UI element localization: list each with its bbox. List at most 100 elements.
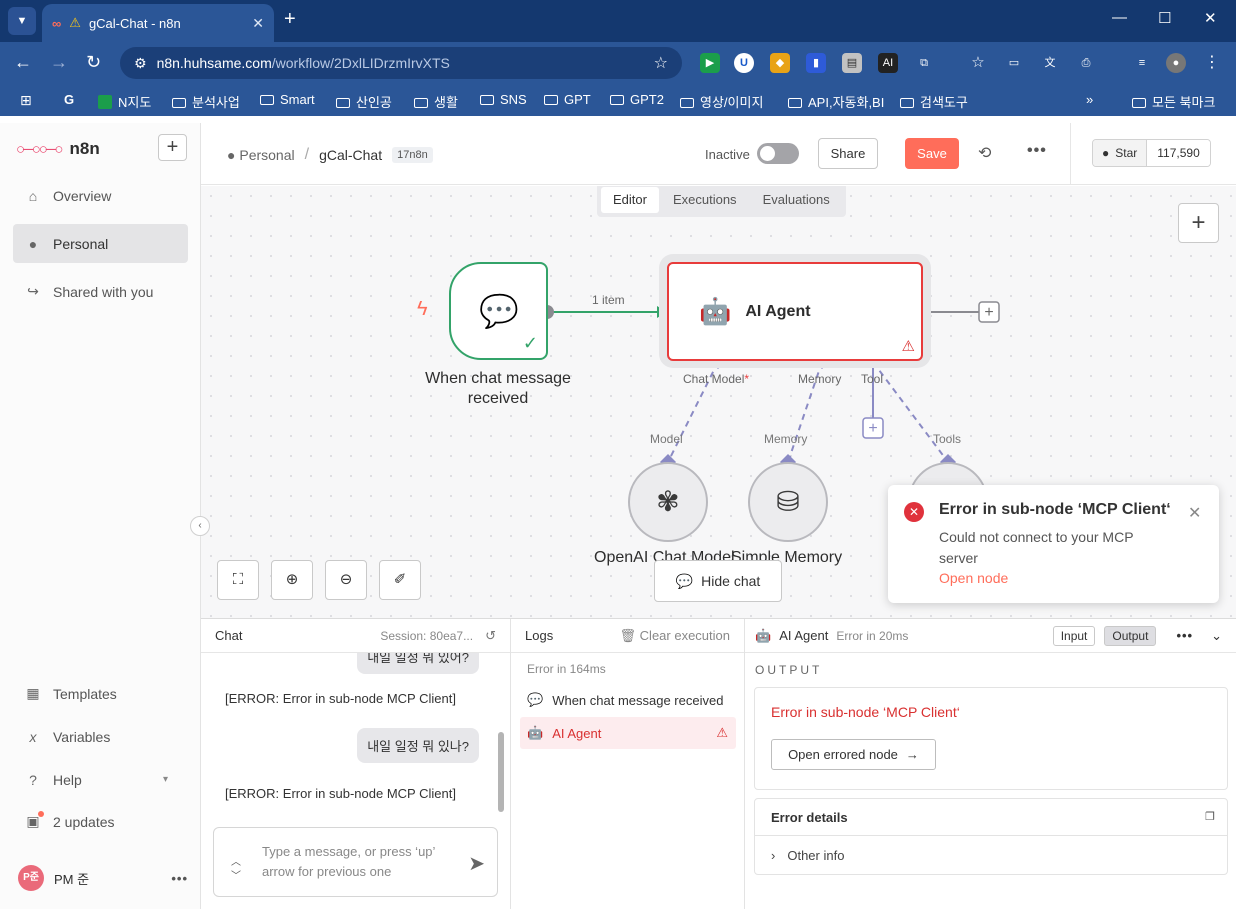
browser-tab[interactable]: ∞ ⚠ gCal-Chat - n8n ✕ bbox=[42, 4, 274, 42]
bookmarks-bar: ⊞ G N지도 분석사업 Smart 산인공 생활 SNS GPT GPT2 영… bbox=[0, 84, 1236, 116]
browser-menu-icon[interactable]: ⋮ bbox=[1202, 53, 1222, 73]
workflow-tag[interactable]: 17n8n bbox=[392, 147, 433, 163]
site-info-icon[interactable]: ⚙ bbox=[134, 55, 147, 72]
simple-memory-node[interactable]: ⛁ bbox=[748, 462, 828, 542]
fit-view-button[interactable]: ⛶ bbox=[217, 560, 259, 600]
bookmark-item[interactable]: N지도 bbox=[98, 92, 151, 111]
more-icon[interactable]: ••• bbox=[171, 871, 188, 886]
close-icon[interactable]: ✕ bbox=[1188, 503, 1201, 523]
hide-chat-button[interactable]: 💬 Hide chat bbox=[654, 560, 782, 602]
apps-grid-icon[interactable]: ⊞ bbox=[20, 92, 32, 109]
extension-u-icon[interactable]: U bbox=[734, 53, 754, 73]
chat-trigger-node[interactable]: 💬 ✓ bbox=[449, 262, 548, 360]
other-info-row[interactable]: › Other info bbox=[771, 848, 844, 863]
user-icon: ● bbox=[227, 147, 236, 163]
bookmark-folder[interactable]: SNS bbox=[480, 92, 527, 107]
minimize-window-icon[interactable]: — bbox=[1112, 9, 1127, 26]
close-tab-icon[interactable]: ✕ bbox=[252, 15, 264, 32]
send-icon[interactable]: ➤ bbox=[468, 851, 485, 876]
tidy-up-button[interactable]: ✐ bbox=[379, 560, 421, 600]
save-button[interactable]: Save bbox=[905, 138, 959, 169]
print-icon[interactable]: ⎙ bbox=[1076, 53, 1096, 73]
collapse-sidebar-icon[interactable]: ‹ bbox=[190, 516, 210, 536]
tab-search-button[interactable]: ▼ bbox=[8, 7, 36, 35]
url-path: /workflow/2DxlLIDrzmIrvXTS bbox=[271, 55, 450, 71]
output-tab[interactable]: Output bbox=[1104, 625, 1157, 646]
extension-video-icon[interactable]: ▶ bbox=[700, 53, 720, 73]
log-row[interactable]: 🤖 AI Agent ⚠ bbox=[520, 717, 736, 749]
google-bookmark-icon[interactable]: G bbox=[64, 92, 74, 107]
openai-icon: ✾ bbox=[656, 486, 680, 517]
sidebar-item-overview[interactable]: ⌂ Overview bbox=[13, 176, 188, 215]
sidebar-item-shared[interactable]: ↪ Shared with you bbox=[13, 272, 188, 311]
open-node-link[interactable]: Open node bbox=[939, 570, 1008, 586]
error-toast: ✕ Error in sub-node ‘MCP Client‘ Could n… bbox=[888, 485, 1219, 603]
log-row[interactable]: 💬 When chat message received bbox=[520, 684, 736, 716]
history-arrows-icon[interactable]: ︿ ﹀ bbox=[231, 856, 241, 884]
bookmark-folder[interactable]: GPT2 bbox=[610, 92, 664, 107]
github-star-button[interactable]: ● Star 117,590 bbox=[1092, 139, 1211, 167]
cast-icon[interactable]: ▭ bbox=[1004, 53, 1024, 73]
maximize-window-icon[interactable]: ☐ bbox=[1158, 9, 1171, 27]
bookmark-folder[interactable]: 생활 bbox=[414, 92, 458, 111]
clear-execution-button[interactable]: 🗑 Clear execution bbox=[620, 628, 730, 644]
extension-color-icon[interactable]: ◆ bbox=[770, 53, 790, 73]
user-menu[interactable]: P준 PM 준 ••• bbox=[18, 865, 188, 891]
bookmark-folder[interactable]: 검색도구 bbox=[900, 92, 968, 111]
sidebar-item-help[interactable]: ? Help ▾ bbox=[13, 760, 188, 799]
chat-message-input[interactable] bbox=[262, 842, 452, 886]
reload-icon[interactable]: ↻ bbox=[86, 52, 101, 73]
bookmark-folder[interactable]: Smart bbox=[260, 92, 315, 107]
zoom-in-button[interactable]: ⊕ bbox=[271, 560, 313, 600]
openai-chat-model-node[interactable]: ✾ bbox=[628, 462, 708, 542]
new-tab-button[interactable]: + bbox=[284, 8, 296, 31]
open-errored-node-button[interactable]: Open errored node → bbox=[771, 739, 936, 770]
session-id[interactable]: Session: 80ea7... bbox=[380, 629, 473, 643]
create-button[interactable]: + bbox=[158, 134, 187, 161]
bookmark-folder[interactable]: 분석사업 bbox=[172, 92, 240, 111]
extension-ai-icon[interactable]: AI bbox=[878, 53, 898, 73]
history-icon[interactable]: ⟲ bbox=[978, 143, 991, 163]
chevron-down-icon[interactable]: ⌄ bbox=[1211, 628, 1222, 644]
input-tab[interactable]: Input bbox=[1052, 625, 1096, 646]
chat-scrollbar[interactable] bbox=[498, 732, 504, 812]
extensions-puzzle-icon[interactable]: ⧉ bbox=[914, 53, 934, 73]
bookmark-star-icon[interactable]: ☆ bbox=[654, 53, 668, 73]
breadcrumb-project[interactable]: ● Personal bbox=[227, 147, 295, 163]
back-icon[interactable]: ← bbox=[14, 52, 32, 73]
share-button[interactable]: Share bbox=[818, 138, 878, 169]
zoom-out-icon: ⊖ bbox=[339, 571, 353, 588]
sidebar-item-templates[interactable]: ▦ Templates bbox=[13, 674, 188, 713]
bookmark-folder[interactable]: 영상/이미지 bbox=[680, 92, 763, 111]
address-bar[interactable]: ⚙ n8n.huhsame.com/workflow/2DxlLIDrzmIrv… bbox=[120, 47, 682, 79]
profile-avatar[interactable]: ● bbox=[1166, 53, 1186, 73]
zoom-out-button[interactable]: ⊖ bbox=[325, 560, 367, 600]
bookmark-folder[interactable]: API,자동화,BI bbox=[788, 92, 884, 111]
robot-icon: 🤖 bbox=[699, 296, 732, 326]
error-message: Error in sub-node ‘MCP Client‘ bbox=[771, 704, 960, 720]
bookmarks-star-icon[interactable]: ☆ bbox=[968, 53, 988, 73]
sidebar-item-personal[interactable]: ● Personal bbox=[13, 224, 188, 263]
bookmark-folder[interactable]: 산인공 bbox=[336, 92, 392, 111]
more-options-icon[interactable]: ••• bbox=[1027, 142, 1047, 160]
sidebar-item-variables[interactable]: x Variables bbox=[13, 717, 188, 756]
close-window-icon[interactable]: ✕ bbox=[1204, 9, 1217, 27]
all-bookmarks-folder[interactable]: 모든 북마크 bbox=[1132, 92, 1215, 111]
media-icon[interactable]: ≡ bbox=[1132, 53, 1152, 73]
more-options-icon[interactable]: ••• bbox=[1176, 628, 1193, 643]
translate-icon[interactable]: 文 bbox=[1040, 53, 1060, 73]
forward-icon[interactable]: → bbox=[50, 52, 68, 73]
ai-agent-node[interactable]: 🤖 AI Agent ⚠ bbox=[667, 262, 923, 361]
n8n-logo[interactable]: ○─○○─○ n8n bbox=[16, 139, 100, 159]
reset-session-icon[interactable]: ↺ bbox=[485, 628, 496, 644]
warning-icon: ⚠ bbox=[901, 338, 915, 355]
extension-printer-icon[interactable]: ▤ bbox=[842, 53, 862, 73]
sidebar-item-updates[interactable]: ▣ 2 updates bbox=[13, 802, 188, 841]
workflow-name[interactable]: gCal-Chat bbox=[319, 147, 382, 163]
extension-blue-icon[interactable]: ▮ bbox=[806, 53, 826, 73]
active-status-label: Inactive bbox=[705, 147, 750, 162]
active-toggle[interactable] bbox=[757, 143, 799, 164]
bookmark-folder[interactable]: GPT bbox=[544, 92, 591, 107]
more-bookmarks-icon[interactable]: » bbox=[1086, 92, 1093, 107]
copy-icon[interactable]: ❐ bbox=[1205, 810, 1215, 823]
